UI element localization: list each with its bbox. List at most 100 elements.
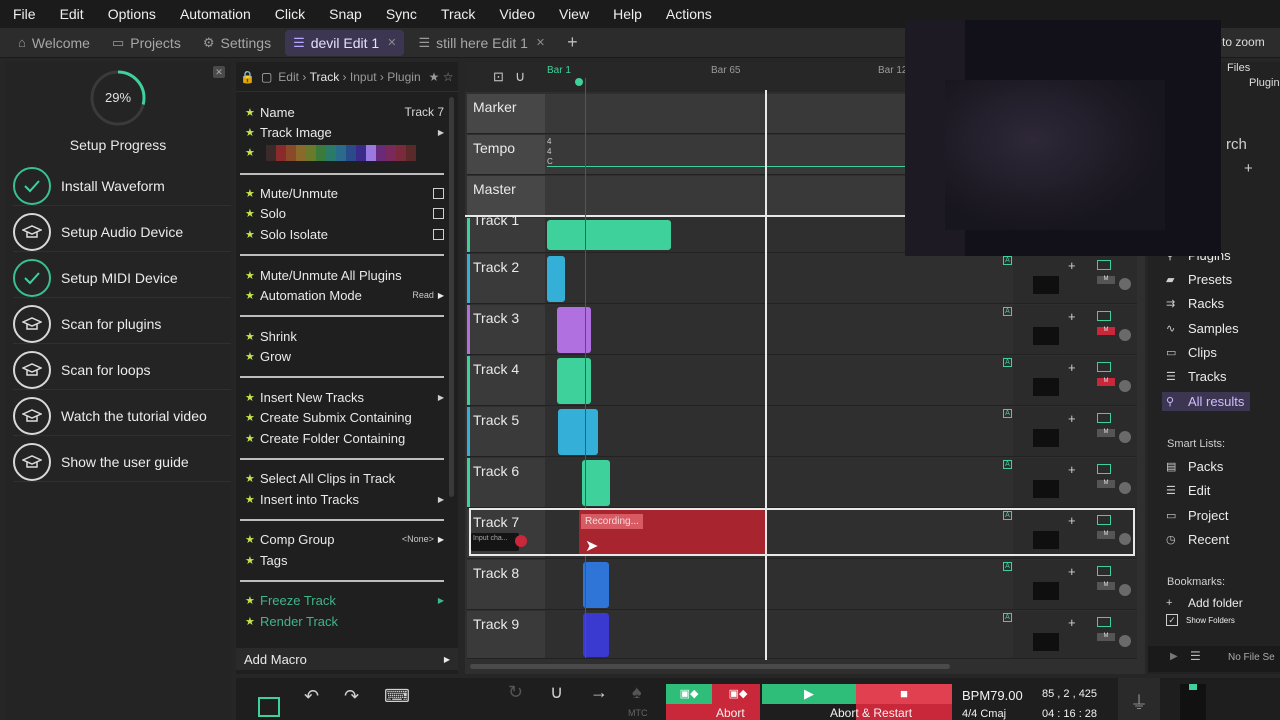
volume-fader[interactable] [1033,429,1059,447]
setup-item-audio-device[interactable]: Setup Audio Device [13,212,231,252]
setup-item-tutorial-video[interactable]: Watch the tutorial video [13,396,231,436]
menu-automation[interactable]: Automation [180,6,251,22]
play-button[interactable]: ▶ [762,684,856,704]
mute-solo-button[interactable]: M [1097,429,1115,437]
record-mode-b-icon[interactable]: ▣◆ [716,684,760,704]
browser-item-samples[interactable]: ∿ Samples [1166,321,1239,336]
close-icon[interactable]: ✕ [213,66,225,78]
add-icon[interactable]: + [1244,160,1253,177]
close-icon[interactable]: ✕ [536,36,545,49]
speaker-icon[interactable] [1119,329,1131,341]
automation-badge[interactable]: A [1003,358,1012,367]
tab-devil-edit[interactable]: ☰ devil Edit 1 ✕ [285,29,405,56]
menu-help[interactable]: Help [613,6,642,22]
mute-solo-button[interactable]: M [1097,276,1115,284]
menu-file[interactable]: File [13,6,36,22]
track-row-5[interactable]: Track 5 A + M [467,407,1137,457]
browser-item-racks[interactable]: ⇉ Racks [1166,296,1224,311]
breadcrumb-track[interactable]: Track [310,70,340,84]
setup-item-user-guide[interactable]: Show the user guide [13,442,231,482]
track-header[interactable]: Track 5 [467,407,545,456]
automation-badge[interactable]: A [1003,409,1012,418]
show-folders-toggle[interactable]: ✓ Show Folders [1166,614,1235,626]
add-folder-button[interactable]: + Add folder [1166,596,1243,610]
menu-icon[interactable]: ☰ [1190,649,1201,663]
swatch-indigo[interactable] [356,145,366,161]
mute-checkbox[interactable] [433,187,444,199]
add-plugin-button[interactable]: + [1068,462,1076,477]
add-plugin-button[interactable]: + [1068,309,1076,324]
speaker-icon[interactable] [1119,278,1131,290]
swatch-blue[interactable] [346,145,356,161]
prop-insert-into-tracks[interactable]: ★ Insert into Tracks ▶ [240,489,444,509]
track-row-8[interactable]: Track 8 A + M [467,560,1137,610]
track-header[interactable]: Track 8 [467,560,545,609]
automation-badge[interactable]: A [1003,613,1012,622]
play-preview-icon[interactable]: ▶ [1170,651,1178,662]
menu-click[interactable]: Click [275,6,305,22]
mtc-label[interactable]: MTC [628,708,648,718]
menu-track[interactable]: Track [441,6,475,22]
volume-fader[interactable] [1033,633,1059,651]
track-row-4[interactable]: Track 4 A + M [467,356,1137,406]
click-icon[interactable]: ♠ [632,682,642,703]
prop-track-image[interactable]: ★ Track Image ▶ [240,122,444,142]
swatch-purple[interactable] [376,145,386,161]
add-plugin-button[interactable]: + [1068,564,1076,579]
add-plugin-button[interactable]: + [1068,615,1076,630]
prop-tags[interactable]: ★ Tags [240,550,444,570]
prop-mute-all-plugins[interactable]: ★ Mute/Unmute All Plugins [240,265,444,285]
tab-still-here-edit[interactable]: ☰ still here Edit 1 ✕ [410,30,553,56]
prop-shrink[interactable]: ★ Shrink [240,326,444,346]
browser-item-presets[interactable]: ▰ Presets [1166,272,1232,287]
keyboard-icon[interactable]: ⌨ [384,686,410,707]
prop-render-track[interactable]: ★ Render Track [240,611,444,631]
menu-options[interactable]: Options [108,6,156,22]
tempo-curve[interactable] [547,166,907,167]
prop-freeze-track[interactable]: ★ Freeze Track ▶ [240,590,444,610]
add-tab-button[interactable]: + [559,30,586,56]
add-macro-button[interactable]: Add Macro ▶ [236,648,458,670]
speaker-icon[interactable] [1119,380,1131,392]
browser-item-all-results[interactable]: ⚲ All results [1162,392,1251,411]
checkbox-icon[interactable]: ✓ [1166,614,1178,626]
volume-fader[interactable] [1033,582,1059,600]
mute-solo-button[interactable]: M [1097,582,1115,590]
breadcrumb-input[interactable]: Input [350,70,377,84]
menu-snap[interactable]: Snap [329,6,362,22]
swatch-olive[interactable] [306,145,316,161]
time-readout[interactable]: 04 : 16 : 28 [1042,708,1097,720]
swatch-none[interactable] [266,145,276,161]
automation-badge[interactable]: A [1003,256,1012,265]
window-icon[interactable]: ▢ [261,70,272,84]
mute-solo-button[interactable]: M [1097,327,1115,335]
swatch-orange[interactable] [286,145,296,161]
timesig-readout[interactable]: 4/4 Cmaj [962,708,1006,720]
track-row-2[interactable]: Track 2 A + M [467,254,1137,304]
audio-clip[interactable] [583,613,609,657]
loop-marker[interactable] [575,78,583,86]
swatch-magenta[interactable] [386,145,396,161]
menu-edit[interactable]: Edit [60,6,84,22]
speaker-icon[interactable] [1119,584,1131,596]
prop-solo[interactable]: ★ Solo [240,203,444,223]
speaker-icon[interactable] [1119,482,1131,494]
add-plugin-button[interactable]: + [1068,258,1076,273]
punch-icon[interactable]: → [590,682,608,703]
record-mode-a-icon[interactable]: ▣◆ [666,684,712,704]
solo-checkbox[interactable] [433,207,444,219]
menu-sync[interactable]: Sync [386,6,417,22]
breadcrumb-plugin[interactable]: Plugin [387,70,420,84]
browser-item-clips[interactable]: ▭ Clips [1166,345,1217,360]
audio-clip[interactable] [582,460,610,506]
track-row-9[interactable]: Track 9 A + M [467,611,1137,659]
prop-insert-new-tracks[interactable]: ★ Insert New Tracks ▶ [240,387,444,407]
browser-search-hint[interactable]: rch [1226,136,1247,153]
color-swatches[interactable] [266,145,416,161]
track-header[interactable]: Track 3 [467,305,545,354]
tab-projects[interactable]: ▭ Projects [104,30,189,56]
swatch-red[interactable] [276,145,286,161]
properties-scrollbar[interactable] [449,97,454,497]
swatch-maroon[interactable] [406,145,416,161]
lock-icon[interactable]: 🔒 [240,70,255,84]
